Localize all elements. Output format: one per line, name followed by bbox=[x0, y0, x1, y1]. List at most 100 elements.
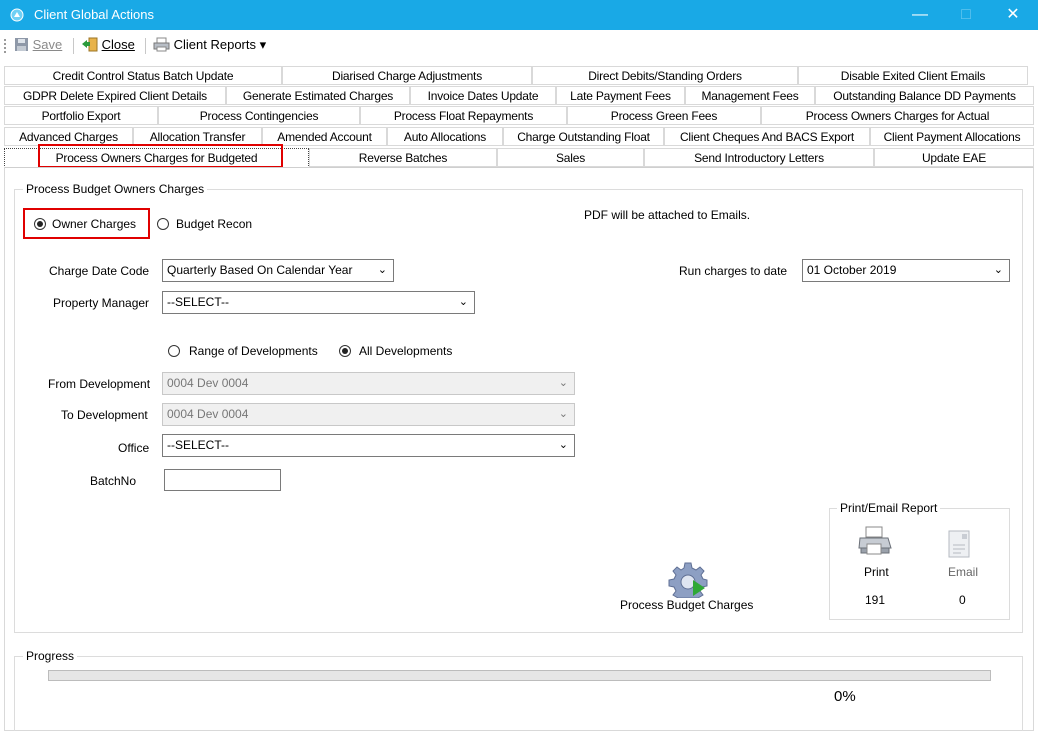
save-button[interactable]: Save bbox=[14, 37, 62, 52]
tab-invoice-dates[interactable]: Invoice Dates Update bbox=[410, 86, 556, 105]
run-charges-value: 01 October 2019 bbox=[807, 263, 897, 277]
tab-generate-estimated[interactable]: Generate Estimated Charges bbox=[226, 86, 410, 105]
run-charges-label: Run charges to date bbox=[679, 264, 788, 278]
from-development-value: 0004 Dev 0004 bbox=[167, 376, 249, 390]
printer-icon bbox=[153, 37, 170, 52]
office-value: --SELECT-- bbox=[167, 438, 230, 452]
email-icon bbox=[948, 530, 970, 558]
close-door-icon bbox=[82, 37, 98, 52]
print-button[interactable]: Print bbox=[856, 526, 896, 579]
run-charges-date-picker[interactable]: 01 October 2019 ⌄ bbox=[802, 259, 1010, 282]
property-manager-value: --SELECT-- bbox=[167, 295, 230, 309]
tab-process-contingencies[interactable]: Process Contingencies bbox=[158, 106, 360, 125]
to-development-label: To Development bbox=[61, 408, 148, 422]
toolbar-separator bbox=[73, 38, 74, 54]
batchno-label: BatchNo bbox=[90, 474, 137, 488]
client-reports-label: Client Reports ▾ bbox=[173, 37, 267, 52]
minimize-button[interactable]: — bbox=[897, 0, 943, 30]
gear-play-icon bbox=[668, 562, 708, 598]
budget-recon-radio[interactable] bbox=[157, 218, 169, 230]
client-reports-button[interactable]: Client Reports ▾ bbox=[153, 37, 266, 53]
budget-recon-label: Budget Recon bbox=[176, 217, 253, 231]
tab-row: GDPR Delete Expired Client Details Gener… bbox=[4, 86, 1034, 106]
chevron-down-icon: ⌄ bbox=[377, 264, 387, 276]
progress-title: Progress bbox=[23, 649, 78, 663]
process-budget-charges-label: Process Budget Charges bbox=[620, 598, 754, 612]
charge-date-code-label: Charge Date Code bbox=[49, 264, 150, 278]
progress-bar bbox=[48, 670, 991, 681]
charge-date-code-select[interactable]: Quarterly Based On Calendar Year ⌄ bbox=[162, 259, 394, 282]
maximize-button[interactable]: □ bbox=[943, 0, 989, 30]
tab-sales[interactable]: Sales bbox=[497, 148, 644, 167]
chevron-down-icon: ⌄ bbox=[558, 377, 568, 389]
office-select[interactable]: --SELECT-- ⌄ bbox=[162, 434, 575, 457]
toolbar-separator bbox=[145, 38, 146, 54]
range-developments-label: Range of Developments bbox=[189, 344, 318, 358]
tab-auto-allocations[interactable]: Auto Allocations bbox=[387, 127, 503, 146]
from-development-select[interactable]: 0004 Dev 0004 ⌄ bbox=[162, 372, 575, 395]
toolbar: Save Close Client Reports ▾ bbox=[0, 30, 1038, 60]
tab-row: Portfolio Export Process Contingencies P… bbox=[4, 106, 1034, 126]
close-window-button[interactable]: ✕ bbox=[990, 0, 1036, 30]
tab-management-fees[interactable]: Management Fees bbox=[685, 86, 815, 105]
print-email-report-title: Print/Email Report bbox=[837, 501, 941, 515]
owner-charges-label: Owner Charges bbox=[52, 217, 137, 231]
tab-reverse-batches[interactable]: Reverse Batches bbox=[309, 148, 497, 167]
tab-client-cheques[interactable]: Client Cheques And BACS Export bbox=[664, 127, 870, 146]
close-button[interactable]: Close bbox=[81, 37, 135, 52]
tab-process-float[interactable]: Process Float Repayments bbox=[360, 106, 567, 125]
progress-percent: 0% bbox=[834, 688, 856, 705]
property-manager-select[interactable]: --SELECT-- ⌄ bbox=[162, 291, 475, 314]
email-count: 0 bbox=[959, 593, 966, 607]
property-manager-label: Property Manager bbox=[53, 296, 150, 310]
chevron-down-icon: ⌄ bbox=[558, 408, 568, 420]
tab-send-introductory[interactable]: Send Introductory Letters bbox=[644, 148, 874, 167]
chevron-down-icon: ⌄ bbox=[558, 439, 568, 451]
tab-highlight-box bbox=[38, 144, 283, 168]
charge-date-code-value: Quarterly Based On Calendar Year bbox=[167, 263, 353, 277]
all-developments-radio[interactable] bbox=[339, 345, 351, 357]
save-icon bbox=[15, 38, 28, 51]
tab-late-payment[interactable]: Late Payment Fees bbox=[556, 86, 685, 105]
pdf-note: PDF will be attached to Emails. bbox=[584, 208, 751, 222]
close-label: Close bbox=[101, 37, 135, 52]
print-count: 191 bbox=[865, 593, 886, 607]
window-title: Client Global Actions bbox=[34, 7, 154, 22]
from-development-label: From Development bbox=[48, 377, 151, 391]
tab-direct-debits[interactable]: Direct Debits/Standing Orders bbox=[532, 66, 798, 85]
all-developments-label: All Developments bbox=[359, 344, 453, 358]
range-developments-radio[interactable] bbox=[168, 345, 180, 357]
group-title: Process Budget Owners Charges bbox=[23, 182, 208, 196]
printer-icon bbox=[858, 526, 892, 555]
save-label: Save bbox=[32, 37, 63, 52]
title-bar: Client Global Actions — □ ✕ bbox=[0, 0, 1038, 30]
to-development-value: 0004 Dev 0004 bbox=[167, 407, 249, 421]
toolbar-grip bbox=[4, 39, 8, 53]
tab-credit-control[interactable]: Credit Control Status Batch Update bbox=[4, 66, 282, 85]
tab-row: Credit Control Status Batch Update Diari… bbox=[4, 66, 1034, 86]
process-budget-charges-button[interactable]: Process Budget Charges bbox=[612, 560, 764, 615]
progress-group bbox=[14, 656, 1023, 731]
tab-process-owners-budgeted[interactable]: Process Owners Charges for Budgeted bbox=[4, 144, 309, 168]
tab-diarised-charge[interactable]: Diarised Charge Adjustments bbox=[282, 66, 532, 85]
tab-update-eae[interactable]: Update EAE bbox=[874, 148, 1034, 167]
office-label: Office bbox=[118, 441, 150, 455]
tab-row: Process Owners Charges for Budgeted Reve… bbox=[4, 144, 1034, 168]
to-development-select[interactable]: 0004 Dev 0004 ⌄ bbox=[162, 403, 575, 426]
tab-outstanding-balance[interactable]: Outstanding Balance DD Payments bbox=[815, 86, 1034, 105]
tab-process-owners-actual[interactable]: Process Owners Charges for Actual bbox=[761, 106, 1034, 125]
app-icon bbox=[10, 8, 24, 22]
tab-client-payment[interactable]: Client Payment Allocations bbox=[870, 127, 1034, 146]
chevron-down-icon: ⌄ bbox=[993, 264, 1003, 276]
tab-disable-exited[interactable]: Disable Exited Client Emails bbox=[798, 66, 1028, 85]
print-label: Print bbox=[864, 565, 889, 579]
tab-charge-outstanding[interactable]: Charge Outstanding Float bbox=[503, 127, 664, 146]
owner-charges-radio[interactable] bbox=[34, 218, 46, 230]
batchno-input[interactable] bbox=[164, 469, 281, 491]
chevron-down-icon: ⌄ bbox=[458, 296, 468, 308]
tab-portfolio-export[interactable]: Portfolio Export bbox=[4, 106, 158, 125]
email-button[interactable]: Email bbox=[942, 530, 982, 579]
tab-gdpr[interactable]: GDPR Delete Expired Client Details bbox=[4, 86, 226, 105]
tab-process-green[interactable]: Process Green Fees bbox=[567, 106, 761, 125]
email-label: Email bbox=[948, 565, 979, 579]
